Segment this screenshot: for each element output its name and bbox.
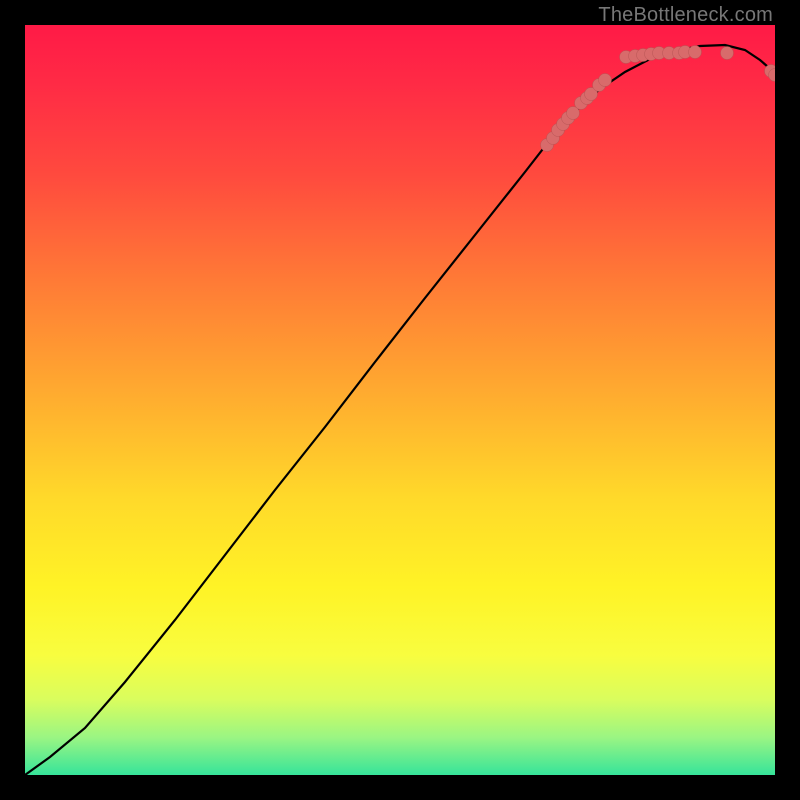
data-marker [721, 47, 734, 60]
watermark-text: TheBottleneck.com [598, 4, 773, 27]
data-marker [689, 46, 702, 59]
curve-layer [25, 25, 775, 775]
marker-layer [541, 46, 776, 152]
chart-container: TheBottleneck.com [0, 0, 800, 800]
bottleneck-curve [25, 45, 775, 775]
plot-area [25, 25, 775, 775]
data-marker [599, 74, 612, 87]
